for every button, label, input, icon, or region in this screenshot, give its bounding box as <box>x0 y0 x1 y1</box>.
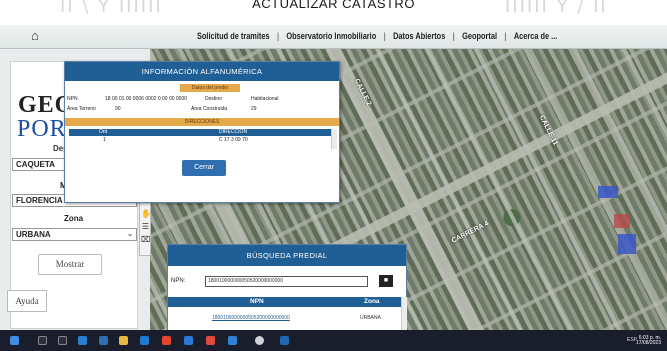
department-select-value: CAQUETA <box>16 160 55 169</box>
table-row: 1 C 17 3 09 70 <box>69 137 331 144</box>
npn-search-label: NPN: <box>171 278 186 284</box>
app-icon[interactable] <box>206 336 215 345</box>
col-ord: Ord <box>99 129 108 135</box>
row-ord: 1 <box>103 137 106 143</box>
nav-bar: ⌂ Solicitud de tramites | Observatorio Inm… <box>0 25 667 49</box>
nav-item-datos-abiertos[interactable]: Datos Abiertos <box>393 31 445 41</box>
windows-start-icon[interactable] <box>10 336 19 345</box>
nav-links: Solicitud de tramites | Observatorio Inmob… <box>197 31 558 41</box>
close-box-icon[interactable]: ⌧ <box>141 235 150 244</box>
section-predio: Datos del predio <box>180 84 240 92</box>
col-direccion: DIRECCION <box>219 129 248 135</box>
row-direccion: C 17 3 09 70 <box>219 137 248 143</box>
logo-portal: POR <box>17 116 67 142</box>
word-icon[interactable] <box>280 336 289 345</box>
search-icon[interactable]: ■ <box>379 275 393 287</box>
edge-icon[interactable] <box>78 336 87 345</box>
area-terreno-value: 90 <box>115 106 121 112</box>
destino-label: Destino <box>205 96 222 102</box>
clock-date: 17/08/2023 <box>635 340 661 346</box>
nav-item-acerca[interactable]: Acerca de ... <box>514 31 557 41</box>
office-icon[interactable] <box>162 336 171 345</box>
map-roof-blue <box>618 234 636 254</box>
help-button[interactable]: Ayuda <box>7 290 47 312</box>
clock[interactable]: 6:03 p. m. 17/08/2023 <box>636 336 661 346</box>
zone-select[interactable]: URBANA ⌄ <box>12 228 137 241</box>
results-header: NPN Zona <box>168 297 401 307</box>
chevron-down-icon: ⌄ <box>127 231 133 238</box>
search-dialog: BÚSQUEDA PREDIAL NPN: 180010000000050520… <box>167 244 407 337</box>
direcciones-header: Ord DIRECCION <box>69 129 331 136</box>
show-button[interactable]: Mostrar <box>38 254 102 275</box>
info-dialog-title: INFORMACIÓN ALFANUMÉRICA <box>65 62 339 81</box>
map-roof-blue <box>598 186 618 198</box>
chrome-icon[interactable] <box>255 336 264 345</box>
watermark-right: IIIIII Y / II <box>505 0 608 17</box>
map-roof-red <box>614 214 630 228</box>
table-row[interactable]: 1800100000000505200000000000 URBANA <box>168 314 401 323</box>
area-construida-label: Área Construida <box>191 106 228 112</box>
npn-label: NPN <box>67 96 78 102</box>
info-dialog: INFORMACIÓN ALFANUMÉRICA Datos del predi… <box>64 61 340 203</box>
taskbar: ESP 6:03 p. m. 17/08/2023 <box>0 330 667 351</box>
col-zona: Zona <box>364 298 380 305</box>
task-view-icon[interactable] <box>58 336 67 345</box>
result-zona: URBANA <box>360 315 381 321</box>
col-npn: NPN <box>250 298 264 305</box>
top-banner: II \ Y IIIIII ACTUALIZAR CATASTRO IIIIII… <box>0 0 667 25</box>
app-icon[interactable] <box>228 336 237 345</box>
home-icon[interactable]: ⌂ <box>31 28 45 44</box>
mail-icon[interactable] <box>140 336 149 345</box>
npn-value: 18 00 01 00 0006 0002 0 00 00 0000 <box>105 96 188 102</box>
destino-value: Habitacional <box>251 96 279 102</box>
nav-item-tramites[interactable]: Solicitud de tramites <box>197 31 270 41</box>
municipality-select-value: FLORENCIA <box>16 196 63 205</box>
area-construida-value: 29 <box>251 106 257 112</box>
area-terreno-label: Área Terreno <box>67 106 96 112</box>
table-scrollbar[interactable] <box>331 129 337 149</box>
file-explorer-icon[interactable] <box>119 336 128 345</box>
search-dialog-title: BÚSQUEDA PREDIAL <box>168 245 406 266</box>
store-icon[interactable] <box>99 336 108 345</box>
nav-item-geoportal[interactable]: Geoportal <box>462 31 497 41</box>
map-street-label: CARRERA 4 <box>450 220 490 245</box>
section-direcciones: DIRECCIONES <box>65 118 339 126</box>
zone-label: Zona <box>64 214 84 223</box>
npn-search-input[interactable]: 180010000000050520000000000 <box>205 276 368 287</box>
list-icon[interactable]: ☰ <box>141 222 150 231</box>
nav-item-observatorio[interactable]: Observatorio Inmobiliario <box>286 31 376 41</box>
search-taskbar-icon[interactable] <box>38 336 47 345</box>
close-button[interactable]: Cerrar <box>182 160 226 176</box>
result-npn-link[interactable]: 1800100000000505200000000000 <box>212 314 290 323</box>
zone-select-value: URBANA <box>16 230 51 239</box>
app-icon[interactable] <box>184 336 193 345</box>
pan-icon[interactable]: ✋ <box>141 209 151 218</box>
